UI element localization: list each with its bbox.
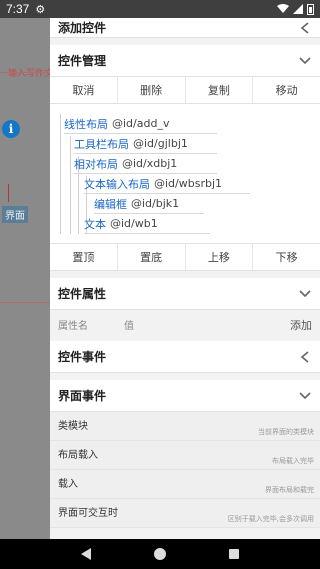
event-item-load[interactable]: 载入 界面布局和载完: [50, 470, 320, 499]
background-cursor: [8, 184, 9, 202]
event-item-interactive[interactable]: 界面可交互时 区别于载入完毕,会多次调用: [50, 499, 320, 528]
home-icon[interactable]: [153, 548, 166, 560]
chevron-down-icon: [298, 54, 312, 68]
event-hint: 区别于载入完毕,会多次调用: [227, 515, 314, 523]
background-divider: [0, 72, 50, 73]
tree-node-name: 相对布局: [74, 157, 118, 171]
move-button[interactable]: 移动: [253, 77, 320, 103]
tree-node[interactable]: 线性布局 @id/add_v: [64, 114, 217, 134]
chevron-left-icon: [298, 21, 312, 35]
status-bar: 7:37 ⚙: [0, 0, 320, 18]
copy-button[interactable]: 复制: [186, 77, 254, 103]
tree-node-name: 线性布局: [64, 117, 108, 131]
interface-events-header[interactable]: 界面事件: [50, 380, 320, 412]
control-events-header[interactable]: 控件事件: [50, 341, 320, 373]
move-top-button[interactable]: 置顶: [50, 244, 118, 270]
battery-icon: [307, 3, 314, 15]
control-manage-header[interactable]: 控件管理: [50, 45, 320, 77]
control-props-title: 控件属性: [58, 287, 107, 301]
add-property-button[interactable]: 添加: [290, 317, 312, 333]
delete-button[interactable]: 删除: [118, 77, 186, 103]
event-item-class-module[interactable]: 类模块 当前界面的类模块: [50, 412, 320, 441]
chevron-down-icon: [298, 389, 312, 403]
add-control-header[interactable]: 添加控件: [50, 18, 320, 38]
tree-node[interactable]: 文本 @id/wb1: [84, 214, 210, 234]
event-label: 界面可交互时: [58, 508, 118, 519]
tree-node-name: 工具栏布局: [74, 137, 129, 151]
chevron-down-icon: [298, 287, 312, 301]
background-content: 输入写作文 i 界面: [0, 18, 50, 539]
cancel-button[interactable]: 取消: [50, 77, 118, 103]
tree-node[interactable]: 相对布局 @id/xdbj1: [74, 154, 217, 174]
move-up-button[interactable]: 上移: [186, 244, 254, 270]
property-input-row: 属性名 值 添加: [50, 310, 320, 339]
event-label: 类模块: [58, 421, 88, 432]
wifi-icon: [277, 4, 289, 13]
tree-node-id: @id/wb1: [110, 217, 158, 230]
interface-events-title: 界面事件: [58, 389, 107, 403]
back-icon[interactable]: [81, 548, 92, 560]
settings-icon: ⚙: [35, 2, 46, 16]
control-action-row: 取消 删除 复制 移动: [50, 77, 320, 104]
tree-node[interactable]: 编辑框 @id/bjk1: [94, 194, 204, 214]
navigation-bar: [0, 539, 320, 569]
tree-node-id: @id/add_v: [112, 117, 170, 130]
tree-node-id: @id/wbsrbj1: [154, 177, 223, 190]
event-label: 载入: [58, 479, 78, 490]
background-interface-label: 界面: [2, 206, 28, 223]
tree-node[interactable]: 工具栏布局 @id/gjlbj1: [74, 134, 217, 154]
tree-node[interactable]: 文本输入布局 @id/wbsrbj1: [84, 174, 250, 194]
event-hint: 界面布局和载完: [265, 486, 314, 494]
signal-icon: [293, 4, 303, 14]
control-events-title: 控件事件: [58, 350, 107, 364]
control-manage-title: 控件管理: [58, 54, 107, 68]
order-action-row: 置顶 置底 上移 下移: [50, 244, 320, 271]
event-hint: 当前界面的类模块: [258, 428, 314, 436]
chevron-left-icon: [298, 350, 312, 364]
add-control-title: 添加控件: [58, 21, 107, 35]
event-label: 布局载入: [58, 450, 98, 461]
section-gap: [50, 38, 320, 45]
section-gap: [50, 373, 320, 380]
attribute-value-field[interactable]: 值: [124, 317, 134, 332]
control-props-header[interactable]: 控件属性: [50, 278, 320, 310]
tree-guide: [60, 114, 61, 234]
control-drawer: 添加控件 控件管理 取消 删除 复制 移动 线性布局 @id/add_v 工具栏…: [50, 18, 320, 539]
tree-node-name: 文本输入布局: [84, 177, 150, 191]
control-tree: 线性布局 @id/add_v 工具栏布局 @id/gjlbj1 相对布局 @id…: [50, 104, 320, 244]
event-hint: 布局载入完毕: [272, 457, 314, 465]
tree-node-name: 编辑框: [94, 197, 127, 211]
info-icon[interactable]: i: [2, 120, 20, 138]
tree-node-id: @id/xdbj1: [122, 157, 178, 170]
move-bottom-button[interactable]: 置底: [118, 244, 186, 270]
section-gap: [50, 271, 320, 278]
tree-node-id: @id/bjk1: [131, 197, 180, 210]
tree-node-id: @id/gjlbj1: [133, 137, 188, 150]
background-divider-2: [0, 302, 50, 303]
recents-icon[interactable]: [228, 549, 239, 559]
move-down-button[interactable]: 下移: [253, 244, 320, 270]
tree-guide: [70, 136, 71, 234]
event-item-layout-load[interactable]: 布局载入 布局载入完毕: [50, 441, 320, 470]
status-time: 7:37: [6, 2, 30, 16]
status-icons: [277, 3, 314, 15]
attribute-name-field[interactable]: 属性名: [58, 317, 124, 332]
tree-node-name: 文本: [84, 217, 106, 231]
